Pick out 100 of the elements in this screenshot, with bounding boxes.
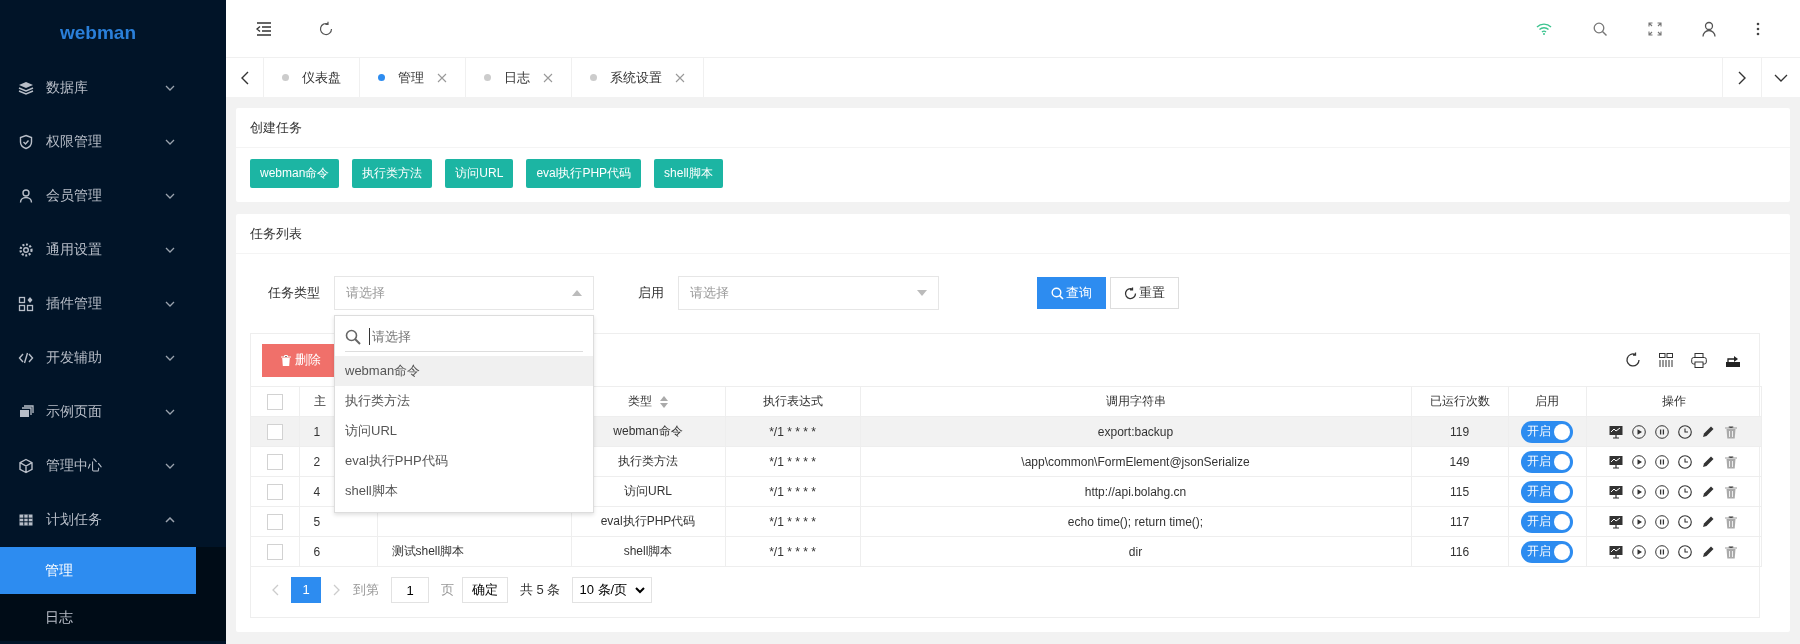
tab[interactable]: 仪表盘: [264, 58, 360, 97]
close-icon[interactable]: [437, 72, 447, 83]
pause-icon[interactable]: [1655, 544, 1669, 559]
play-icon[interactable]: [1632, 544, 1646, 559]
table-cell: */1 * * * *: [769, 514, 816, 529]
table-cell: \app\common\FormElement@jsonSerialize: [1021, 454, 1250, 469]
submenu-item[interactable]: 日志: [0, 594, 196, 641]
checkbox[interactable]: [266, 543, 283, 560]
page-input[interactable]: 1: [391, 577, 429, 603]
reset-button[interactable]: 重置: [1110, 277, 1179, 309]
trash-icon[interactable]: [1724, 514, 1738, 529]
sidebar-item[interactable]: 管理中心: [0, 439, 196, 493]
sidebar-item[interactable]: 数据库: [0, 61, 196, 115]
chart-icon[interactable]: [1609, 424, 1623, 439]
play-icon[interactable]: [1632, 454, 1646, 469]
gear-icon: [18, 242, 34, 258]
checkbox[interactable]: [266, 453, 283, 470]
dropdown-option[interactable]: 访问URL: [335, 416, 593, 446]
search-icon[interactable]: [1592, 20, 1608, 37]
table-cell: dir: [1128, 544, 1143, 559]
chart-icon[interactable]: [1609, 544, 1623, 559]
sidebar-item[interactable]: 开发辅助: [0, 331, 196, 385]
dropdown-option[interactable]: webman命令: [335, 356, 593, 386]
clock-icon[interactable]: [1678, 514, 1692, 529]
confirm-button[interactable]: 确定: [462, 577, 508, 603]
sidebar-item[interactable]: 权限管理: [0, 115, 196, 169]
tab[interactable]: 管理: [360, 58, 466, 97]
pause-icon[interactable]: [1655, 454, 1669, 469]
cube-icon: [18, 458, 34, 474]
table-cell: http://api.bolahg.cn: [1084, 484, 1187, 499]
trash-icon[interactable]: [1724, 424, 1738, 439]
pencil-icon[interactable]: [1701, 484, 1715, 499]
column-header: 执行表达式: [762, 394, 823, 408]
table-cell: */1 * * * *: [769, 544, 816, 559]
chart-icon[interactable]: [1609, 484, 1623, 499]
pause-icon[interactable]: [1655, 424, 1669, 439]
table-cell: export:backup: [1097, 424, 1174, 439]
table-cell: echo time(); return time();: [1067, 514, 1204, 529]
logo: webman: [59, 21, 137, 45]
dropdown-option[interactable]: eval执行PHP代码: [335, 446, 593, 476]
refresh-icon[interactable]: [318, 20, 334, 37]
play-icon[interactable]: [1632, 514, 1646, 529]
wifi-icon: [1536, 22, 1552, 35]
sidebar-item[interactable]: 计划任务: [0, 493, 196, 547]
grid-icon: [18, 296, 34, 312]
table-cell: 访问URL: [624, 484, 672, 498]
column-header[interactable]: 类型: [628, 393, 668, 410]
table-cell: shell脚本: [623, 544, 673, 558]
chart-icon[interactable]: [1609, 454, 1623, 469]
trash-icon[interactable]: [1724, 454, 1738, 469]
close-icon[interactable]: [675, 72, 685, 83]
table-cell: 5: [313, 514, 321, 529]
chevron-down-icon: [1774, 73, 1788, 82]
checkbox[interactable]: [266, 483, 283, 500]
refresh-icon[interactable]: [1625, 352, 1641, 368]
dropdown-option[interactable]: shell脚本: [335, 476, 593, 506]
checkbox[interactable]: [266, 513, 283, 530]
chevron-right-icon: [1738, 70, 1746, 85]
sidebar-item[interactable]: 插件管理: [0, 277, 196, 331]
sidebar-item[interactable]: 会员管理: [0, 169, 196, 223]
table-cell: 执行类方法: [618, 454, 678, 468]
sidebar-item[interactable]: 通用设置: [0, 223, 196, 277]
field-label: 任务类型: [268, 284, 320, 302]
clock-icon[interactable]: [1678, 544, 1692, 559]
dropdown-option[interactable]: 执行类方法: [335, 386, 593, 416]
chevron-down-icon: [635, 586, 646, 594]
checkbox[interactable]: [266, 423, 283, 440]
tab-label: 日志: [504, 68, 530, 87]
page-size-select[interactable]: 10 条/页: [572, 577, 653, 603]
close-icon[interactable]: [543, 72, 553, 83]
column-header: 操作: [1661, 394, 1686, 408]
checkbox[interactable]: [266, 393, 283, 410]
fullscreen-icon[interactable]: [1648, 21, 1662, 36]
tab[interactable]: 日志: [466, 58, 572, 97]
pause-icon[interactable]: [1655, 514, 1669, 529]
clock-icon[interactable]: [1678, 454, 1692, 469]
trash-icon[interactable]: [1724, 544, 1738, 559]
caret-down-icon: [917, 290, 927, 296]
pencil-icon[interactable]: [1701, 424, 1715, 439]
play-icon[interactable]: [1632, 424, 1646, 439]
user-icon[interactable]: [1702, 20, 1716, 37]
trash-icon[interactable]: [1724, 484, 1738, 499]
code-icon: [18, 350, 34, 366]
more-icon[interactable]: [1756, 21, 1760, 36]
card-title: 创建任务: [236, 108, 1790, 148]
pencil-icon[interactable]: [1701, 514, 1715, 529]
chart-icon[interactable]: [1609, 514, 1623, 529]
pause-icon[interactable]: [1655, 484, 1669, 499]
goto-label: 到第: [353, 581, 379, 599]
pencil-icon[interactable]: [1701, 544, 1715, 559]
clock-icon[interactable]: [1678, 484, 1692, 499]
layers-icon: [18, 80, 34, 96]
columns-icon[interactable]: [1659, 353, 1673, 367]
pencil-icon[interactable]: [1701, 454, 1715, 469]
play-icon[interactable]: [1632, 484, 1646, 499]
sidebar-item[interactable]: 示例页面: [0, 385, 196, 439]
menu-fold-icon[interactable]: [256, 21, 272, 36]
tab[interactable]: 系统设置: [572, 58, 704, 97]
print-icon[interactable]: [1691, 352, 1707, 368]
clock-icon[interactable]: [1678, 424, 1692, 439]
